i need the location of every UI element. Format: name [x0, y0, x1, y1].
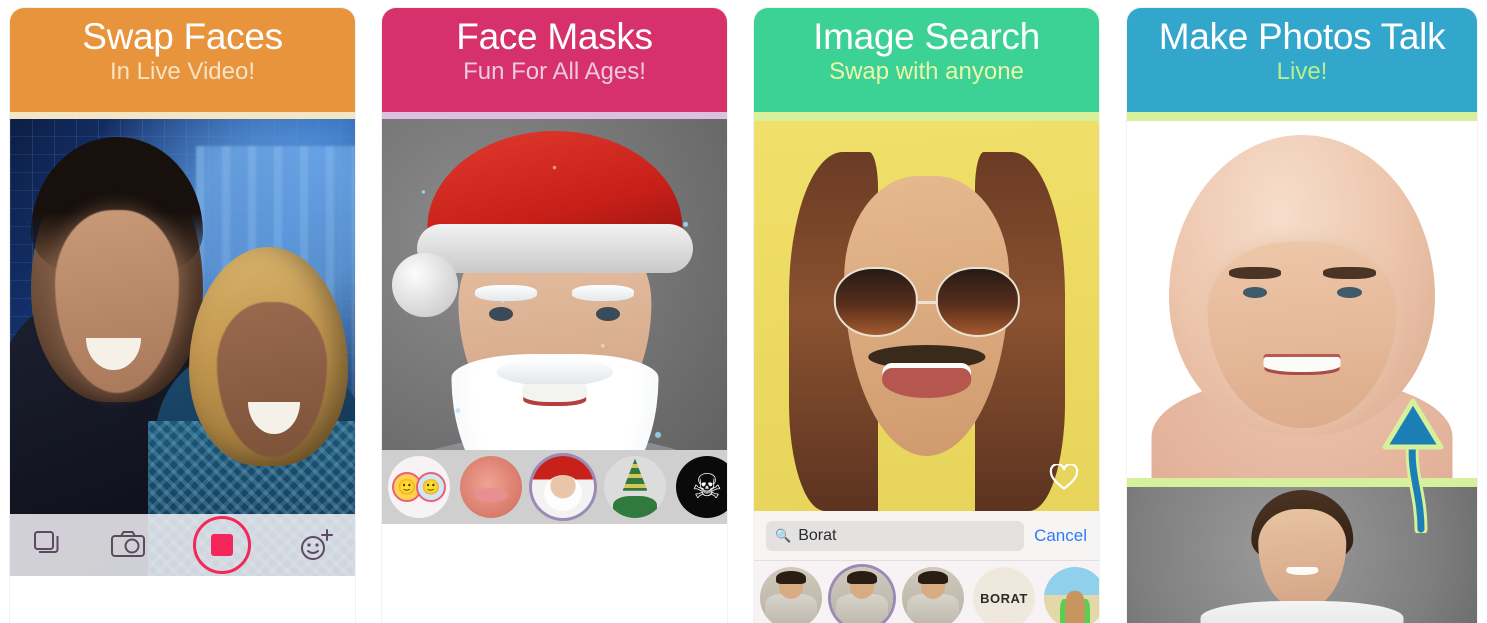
- smiley-plus-icon: [300, 529, 333, 560]
- face-brow-left: [1228, 267, 1281, 279]
- camera-button[interactable]: [110, 529, 146, 561]
- mask-preview: 🙂 🙂 ☠: [382, 119, 727, 524]
- santa-brow-right: [571, 285, 634, 302]
- gallery-button[interactable]: [30, 528, 64, 562]
- santa-hat-brim: [416, 224, 693, 273]
- screenshot-panel-make-photos-talk: Make Photos Talk Live!: [1127, 8, 1477, 623]
- panel-divider: [1127, 112, 1477, 121]
- panel-subtitle: Fun For All Ages!: [463, 58, 646, 86]
- search-result-3[interactable]: [902, 567, 964, 623]
- panel-header-swap-faces: Swap Faces In Live Video!: [10, 8, 355, 112]
- live-video-preview: [10, 119, 355, 576]
- mask-picker-bar: 🙂 🙂 ☠: [382, 450, 727, 524]
- sunglasses-bridge: [917, 300, 936, 304]
- mask-thumbnail-santa[interactable]: [532, 456, 594, 518]
- camera-icon: [111, 531, 146, 557]
- source-photo: [1127, 487, 1477, 623]
- panel-divider-lower: [1127, 478, 1477, 487]
- mask-thumbnail-caricature[interactable]: [460, 456, 522, 518]
- panel-divider: [10, 112, 355, 119]
- panel-divider: [754, 112, 1099, 121]
- mask-thumbnail-swap[interactable]: 🙂 🙂: [388, 456, 450, 518]
- search-input[interactable]: 🔍 Borat: [766, 520, 1025, 551]
- source-smile: [1286, 567, 1318, 575]
- face-eye-left: [1242, 287, 1267, 298]
- panel-subtitle: In Live Video!: [110, 58, 255, 86]
- search-input-value: Borat: [798, 526, 837, 544]
- talking-photo-result: [1127, 121, 1477, 478]
- swap-face-blue-icon: 🙂: [416, 472, 446, 502]
- panel-subtitle: Live!: [1276, 58, 1328, 86]
- sunglasses-lens-left: [833, 267, 918, 338]
- sunglasses-overlay: [833, 267, 1020, 338]
- panel-subtitle: Swap with anyone: [829, 58, 1024, 86]
- sunglasses-lens-right: [935, 267, 1020, 338]
- search-result-5[interactable]: [1044, 567, 1099, 623]
- search-result-2[interactable]: [831, 567, 893, 623]
- screenshot-panel-image-search: Image Search Swap with anyone 🔍 Borat Ca…: [754, 8, 1099, 623]
- panel-divider: [382, 112, 727, 119]
- magnifier-icon: 🔍: [775, 527, 792, 543]
- face-eye-right: [1337, 287, 1362, 298]
- panel-header-make-photos-talk: Make Photos Talk Live!: [1127, 8, 1477, 112]
- face-brow-right: [1323, 267, 1376, 279]
- search-results-bar: BORAT: [754, 561, 1099, 623]
- screenshot-panel-face-masks: Face Masks Fun For All Ages! 🙂 🙂 ☠: [382, 8, 727, 623]
- panel-header-face-masks: Face Masks Fun For All Ages!: [382, 8, 727, 112]
- stop-square-icon: [210, 534, 233, 556]
- search-bar: 🔍 Borat Cancel: [754, 511, 1099, 561]
- face-mouth: [1263, 356, 1341, 372]
- panel-header-image-search: Image Search Swap with anyone: [754, 8, 1099, 112]
- panel-title: Swap Faces: [82, 16, 283, 57]
- subject-eye-left: [488, 307, 514, 322]
- source-shirt: [1200, 600, 1404, 623]
- record-stop-button[interactable]: [192, 516, 251, 574]
- panel-title: Face Masks: [456, 16, 653, 57]
- camera-toolbar: [10, 514, 355, 576]
- image-search-preview: [754, 121, 1099, 511]
- search-result-1[interactable]: [760, 567, 822, 623]
- favorite-button[interactable]: [1049, 463, 1079, 497]
- santa-brow-left: [475, 285, 538, 302]
- app-store-screenshot-gallery: Swap Faces In Live Video! Face Masks Fun…: [0, 0, 1487, 623]
- search-result-4[interactable]: BORAT: [973, 567, 1035, 623]
- screenshot-panel-swap-faces: Swap Faces In Live Video!: [10, 8, 355, 623]
- cancel-button[interactable]: Cancel: [1034, 526, 1087, 546]
- skull-icon: ☠: [691, 468, 723, 506]
- subject-mouth: [881, 362, 972, 398]
- add-face-button[interactable]: [297, 527, 335, 563]
- subject-mouth: [521, 384, 588, 403]
- subject-eye-right: [595, 307, 621, 322]
- mask-thumbnail-pirate[interactable]: ☠: [676, 456, 727, 518]
- panel-title: Make Photos Talk: [1158, 16, 1446, 57]
- panel-title: Image Search: [813, 16, 1040, 57]
- gallery-stack-icon: [34, 531, 59, 553]
- heart-outline-icon: [1049, 463, 1079, 490]
- source-face: [1258, 508, 1346, 611]
- mask-thumbnail-elf[interactable]: [604, 456, 666, 518]
- poster-title: BORAT: [980, 590, 1028, 606]
- santa-hat-pompom: [392, 252, 458, 318]
